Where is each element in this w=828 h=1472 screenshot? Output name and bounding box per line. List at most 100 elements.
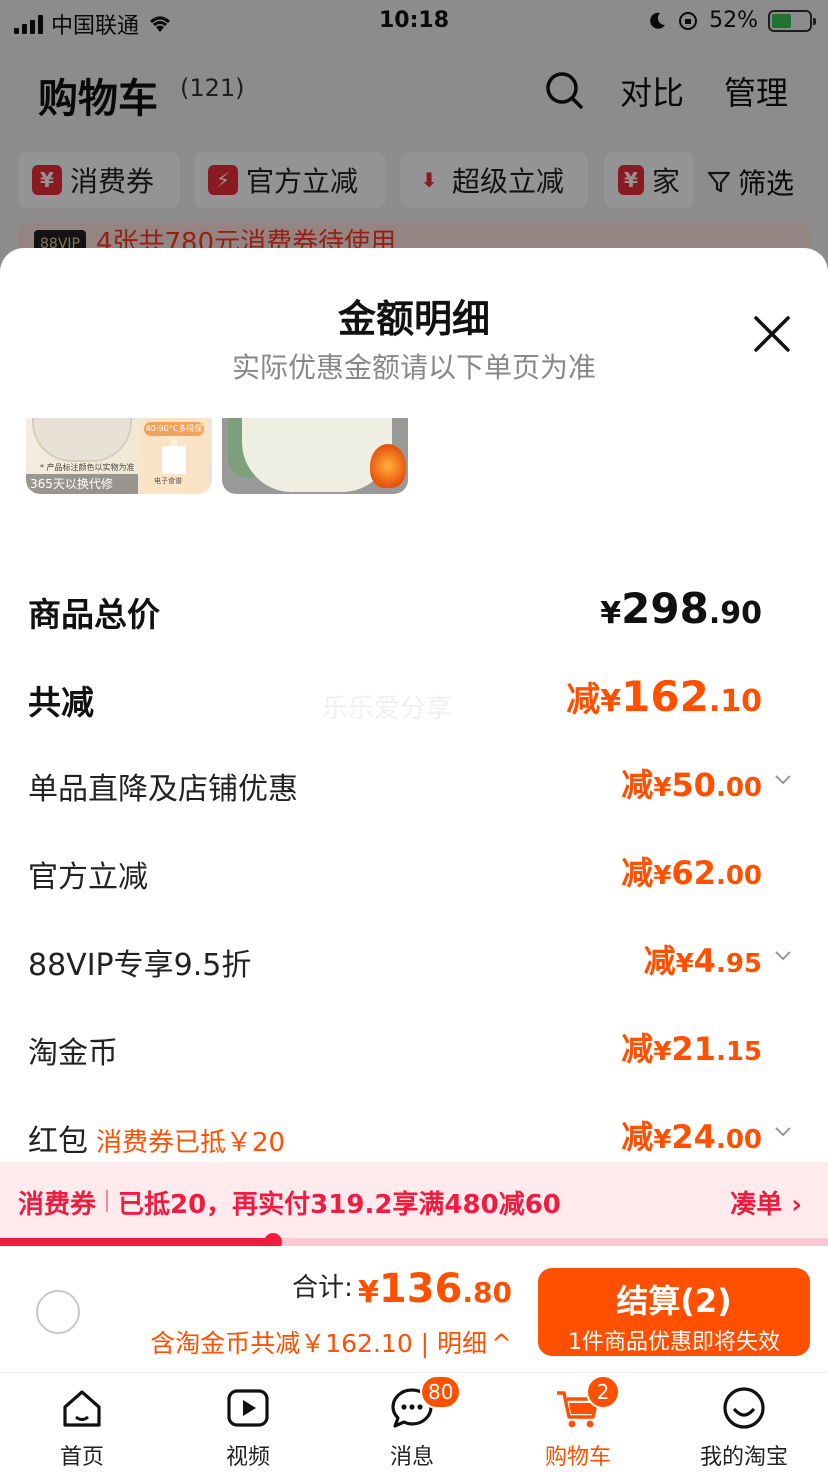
row-value: ¥298.90 <box>600 584 762 633</box>
tab-home[interactable]: 首页 <box>12 1373 152 1472</box>
product-thumbnail-kettle[interactable]: 40-90°C多段保温 电子食谱 * 产品标注颜色以实物为准 365天以换代修 <box>26 418 212 494</box>
row-value: 减¥62.00 <box>621 848 762 894</box>
chevron-up-icon: ^ <box>491 1329 512 1358</box>
row-value: 减¥162.10 <box>566 672 762 721</box>
close-icon[interactable] <box>752 314 792 354</box>
discount-prefix: 减 <box>566 680 601 720</box>
row-item-discount[interactable]: 单品直降及店铺优惠 减¥50.00 <box>28 760 800 810</box>
tab-video[interactable]: 视频 <box>178 1373 318 1472</box>
amount-integer: 162 <box>621 672 709 721</box>
amount-integer: 298 <box>621 584 709 633</box>
row-vip-discount[interactable]: 88VIP专享9.5折 减¥4.95 <box>28 936 800 986</box>
sweater-image <box>242 418 392 492</box>
coupon-progress-bar: 消费券 已抵20，再实付319.2享满480减60 凑单 › <box>0 1162 828 1238</box>
row-label: 单品直降及店铺优惠 <box>28 772 298 807</box>
row-value: 减¥24.00 <box>621 1112 762 1158</box>
row-label: 官方立减 <box>28 860 148 895</box>
discount-prefix: 减 <box>621 854 654 892</box>
row-label: 红包 <box>28 1124 88 1159</box>
checkout-bar: 合计: ¥136.80 含淘金币共减￥162.10 | 明细 ^ 结算(2) 1件… <box>0 1246 828 1372</box>
checkout-button-sublabel: 1件商品优惠即将失效 <box>568 1330 780 1355</box>
tab-profile[interactable]: 我的淘宝 <box>674 1373 814 1472</box>
product-note: * 产品标注颜色以实物为准 <box>40 463 135 472</box>
currency-symbol: ¥ <box>653 1037 672 1067</box>
row-red-packet[interactable]: 红包 消费券已抵￥20 减¥24.00 <box>28 1112 800 1162</box>
tab-label: 我的淘宝 <box>699 1445 788 1470</box>
total-line: 合计: ¥136.80 <box>292 1266 512 1312</box>
message-count-badge: 80 <box>420 1375 462 1409</box>
amount-decimal: .95 <box>715 949 762 979</box>
select-all-checkbox[interactable] <box>36 1290 80 1334</box>
amount-decimal: .00 <box>715 1125 762 1155</box>
total-label: 合计: <box>292 1273 353 1303</box>
row-label: 淘金币 <box>28 1036 118 1071</box>
row-value: 减¥4.95 <box>644 936 762 982</box>
qr-code-icon <box>162 446 186 474</box>
amount-integer: 24 <box>671 1118 716 1156</box>
tab-cart[interactable]: 2 购物车 <box>508 1373 648 1472</box>
tab-label: 首页 <box>59 1445 104 1470</box>
amount-decimal: .10 <box>708 684 762 719</box>
row-label: 共减 <box>28 683 94 722</box>
currency-symbol: ¥ <box>653 773 672 803</box>
row-total-price: 商品总价 ¥298.90 <box>28 584 800 634</box>
amount-decimal: .00 <box>715 773 762 803</box>
discount-prefix: 减 <box>621 1118 654 1156</box>
row-label-wrap: 红包 消费券已抵￥20 <box>28 1116 285 1160</box>
discount-prefix: 减 <box>643 942 676 980</box>
amount-decimal: .15 <box>715 1037 762 1067</box>
coupon-progress-text: 已抵20，再实付319.2享满480减60 <box>118 1190 561 1220</box>
discount-summary: 含淘金币共减￥162.10 | 明细 <box>150 1329 488 1358</box>
discount-prefix: 减 <box>621 1030 654 1068</box>
amount-decimal: .00 <box>715 861 762 891</box>
row-value: 减¥21.15 <box>621 1024 762 1070</box>
row-value: 减¥50.00 <box>621 760 762 806</box>
flame-icon <box>370 444 406 488</box>
currency-symbol: ¥ <box>358 1275 379 1310</box>
checkout-button-label: 结算(2) <box>616 1282 732 1320</box>
amount-integer: 4 <box>693 942 716 980</box>
tab-label: 购物车 <box>544 1445 611 1470</box>
chevron-down-icon[interactable] <box>772 768 794 790</box>
total-amount-integer: 136 <box>378 1266 463 1312</box>
currency-symbol: ¥ <box>600 684 622 719</box>
checkout-button[interactable]: 结算(2) 1件商品优惠即将失效 <box>538 1268 810 1356</box>
kettle-image <box>32 418 132 462</box>
amount-decimal: .90 <box>708 596 762 631</box>
chevron-down-icon[interactable] <box>772 944 794 966</box>
currency-symbol: ¥ <box>600 596 622 631</box>
sheet-subtitle: 实际优惠金额请以下单页为准 <box>231 351 596 384</box>
temperature-tag: 40-90°C多段保温 <box>144 422 204 447</box>
currency-symbol: ¥ <box>653 861 672 891</box>
qr-label: 电子食谱 <box>154 477 182 485</box>
chevron-down-icon[interactable] <box>772 1120 794 1142</box>
coupon-progress-track <box>0 1233 828 1251</box>
home-icon <box>63 1390 101 1427</box>
total-amount-decimal: .80 <box>462 1276 512 1309</box>
coupon-progress-fill <box>0 1238 274 1246</box>
currency-symbol: ¥ <box>653 1125 672 1155</box>
add-items-link[interactable]: 凑单 › <box>730 1184 802 1221</box>
discount-details-link[interactable]: 含淘金币共减￥162.10 | 明细 ^ <box>150 1324 512 1360</box>
product-thumbnail-sweater[interactable] <box>222 418 408 494</box>
amount-integer: 62 <box>671 854 716 892</box>
bottom-tab-bar: 首页 视频 80 消息 2 购物车 我的淘宝 <box>0 1372 828 1472</box>
row-total-discount: 共减 减¥162.10 <box>28 672 800 722</box>
currency-symbol: ¥ <box>675 949 694 979</box>
discount-prefix: 减 <box>621 766 654 804</box>
coupon-applied-note: 消费券已抵￥20 <box>96 1128 286 1158</box>
tab-label: 视频 <box>225 1445 270 1470</box>
row-label: 88VIP专享9.5折 <box>28 948 252 983</box>
tab-messages[interactable]: 80 消息 <box>342 1373 482 1472</box>
tab-label: 消息 <box>389 1445 434 1470</box>
guarantee-label: 365天以换代修 <box>26 474 138 494</box>
coupon-tag: 消费券 <box>18 1190 97 1220</box>
row-label: 商品总价 <box>28 595 160 634</box>
divider <box>106 1190 108 1212</box>
profile-icon <box>723 1387 765 1429</box>
sheet-title: 金额明细 <box>337 297 490 341</box>
amount-integer: 21 <box>671 1030 716 1068</box>
amount-details-sheet: 金额明细 实际优惠金额请以下单页为准 40-90°C多段保温 电子食谱 * 产品… <box>0 248 828 1472</box>
cart-count-badge: 2 <box>586 1375 620 1409</box>
row-taojinbi: 淘金币 减¥21.15 <box>28 1024 800 1074</box>
